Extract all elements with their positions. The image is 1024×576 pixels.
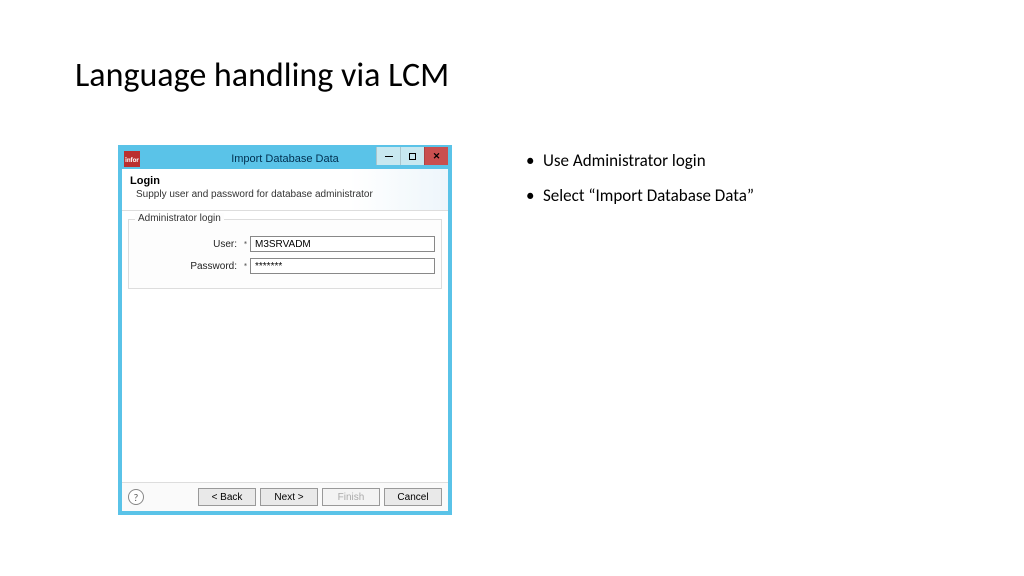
password-row: Password: * bbox=[135, 258, 435, 274]
user-label: User: bbox=[135, 239, 243, 250]
close-icon: ✕ bbox=[433, 151, 441, 162]
fieldset-legend: Administrator login bbox=[135, 213, 224, 224]
user-input[interactable] bbox=[250, 236, 435, 252]
maximize-button[interactable] bbox=[400, 147, 424, 165]
slide-title: Language handling via LCM bbox=[75, 55, 449, 96]
dialog-header-title: Login bbox=[130, 175, 440, 187]
instruction-list: Use Administrator login Select “Import D… bbox=[523, 150, 754, 220]
password-label: Password: bbox=[135, 261, 243, 272]
required-star-icon: * bbox=[243, 238, 250, 251]
list-item: Use Administrator login bbox=[523, 150, 754, 171]
dialog-header: Login Supply user and password for datab… bbox=[122, 169, 448, 211]
minimize-button[interactable] bbox=[376, 147, 400, 165]
app-icon: infor bbox=[124, 151, 140, 167]
dialog-footer: ? < Back Next > Finish Cancel bbox=[122, 482, 448, 511]
window-title: Import Database Data bbox=[231, 153, 339, 165]
cancel-button[interactable]: Cancel bbox=[384, 488, 442, 506]
required-star-icon: * bbox=[243, 260, 250, 273]
finish-button: Finish bbox=[322, 488, 380, 506]
back-button[interactable]: < Back bbox=[198, 488, 256, 506]
maximize-icon bbox=[409, 153, 416, 160]
window-controls: ✕ bbox=[376, 147, 448, 165]
minimize-icon bbox=[385, 156, 393, 157]
dialog-window: infor Import Database Data ✕ Login Suppl… bbox=[118, 145, 452, 515]
dialog-header-subtitle: Supply user and password for database ad… bbox=[136, 189, 440, 200]
admin-login-fieldset: Administrator login User: * Password: * bbox=[128, 219, 442, 289]
list-item: Select “Import Database Data” bbox=[523, 185, 754, 206]
user-row: User: * bbox=[135, 236, 435, 252]
password-input[interactable] bbox=[250, 258, 435, 274]
dialog-body: Administrator login User: * Password: * bbox=[122, 211, 448, 482]
next-button[interactable]: Next > bbox=[260, 488, 318, 506]
help-icon[interactable]: ? bbox=[128, 489, 144, 505]
titlebar[interactable]: infor Import Database Data ✕ bbox=[122, 149, 448, 169]
close-button[interactable]: ✕ bbox=[424, 147, 448, 165]
